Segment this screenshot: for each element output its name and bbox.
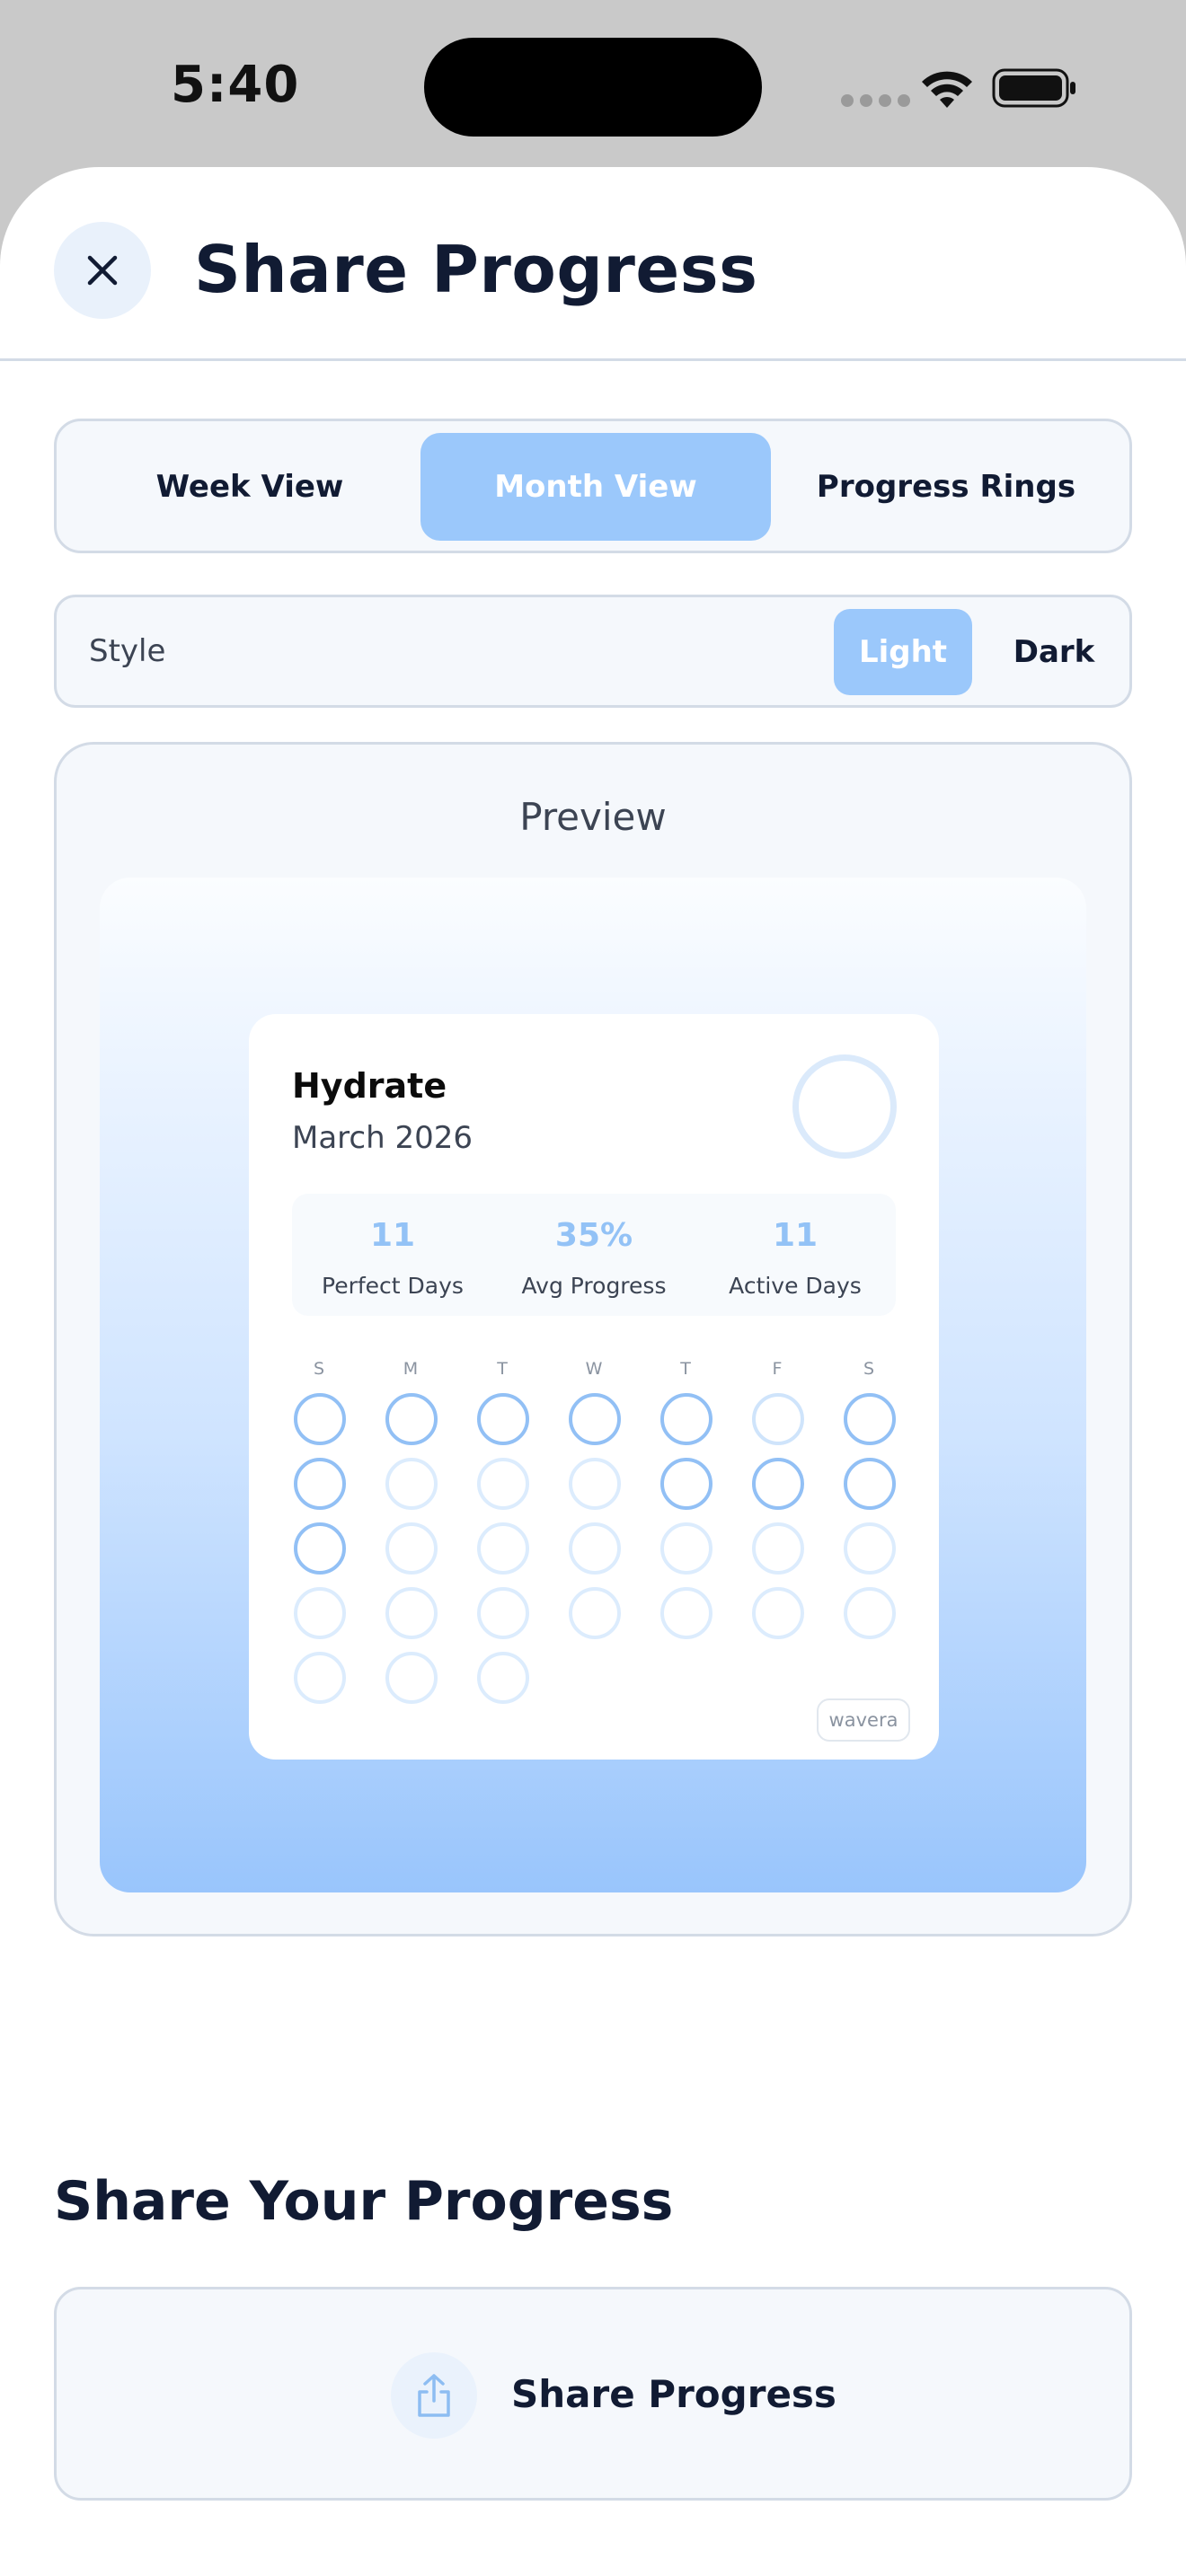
close-icon xyxy=(87,255,118,286)
calendar-day xyxy=(752,1458,804,1510)
share-progress-button[interactable]: Share Progress xyxy=(54,2287,1132,2501)
weekday-label: W xyxy=(585,1359,603,1379)
preview-panel: Preview Hydrate March 2026 11 Perfect Da… xyxy=(54,742,1132,1936)
calendar-day xyxy=(660,1522,712,1575)
calendar-day xyxy=(569,1587,621,1639)
share-sheet: Share Progress Week View Month View Prog… xyxy=(0,167,1186,2576)
calendar-day xyxy=(660,1458,712,1510)
view-segmented-control: Week View Month View Progress Rings xyxy=(54,419,1132,553)
calendar-day xyxy=(477,1458,529,1510)
preview-canvas: Hydrate March 2026 11 Perfect Days 35% A… xyxy=(100,878,1086,1892)
calendar-day xyxy=(477,1652,529,1704)
calendar-day xyxy=(294,1522,346,1575)
card-title: Hydrate xyxy=(292,1066,447,1106)
tab-month-view[interactable]: Month View xyxy=(420,433,771,541)
calendar-day xyxy=(477,1587,529,1639)
calendar-day xyxy=(294,1587,346,1639)
card-subtitle: March 2026 xyxy=(292,1120,473,1156)
style-dark-option[interactable]: Dark xyxy=(991,609,1117,695)
stat-avg-progress: 35% Avg Progress xyxy=(493,1194,695,1316)
status-time: 5:40 xyxy=(171,56,300,114)
stat-value: 11 xyxy=(369,1217,416,1254)
weekday-label: S xyxy=(313,1359,325,1379)
weekday-label: F xyxy=(772,1359,783,1379)
calendar-day xyxy=(569,1522,621,1575)
calendar-day xyxy=(569,1458,621,1510)
wifi-icon xyxy=(922,71,972,108)
stats-row: 11 Perfect Days 35% Avg Progress 11 Acti… xyxy=(292,1194,896,1316)
stat-active-days: 11 Active Days xyxy=(695,1194,896,1316)
calendar-day xyxy=(294,1393,346,1445)
share-icon xyxy=(418,2374,450,2417)
calendar-day xyxy=(752,1587,804,1639)
calendar-day xyxy=(385,1458,438,1510)
stat-label: Active Days xyxy=(729,1273,862,1299)
stat-label: Perfect Days xyxy=(322,1273,464,1299)
calendar-day xyxy=(294,1458,346,1510)
stat-label: Avg Progress xyxy=(521,1273,667,1299)
weekday-label: T xyxy=(497,1359,508,1379)
page-title: Share Progress xyxy=(194,232,758,307)
calendar-day xyxy=(477,1522,529,1575)
tab-progress-rings[interactable]: Progress Rings xyxy=(771,433,1121,541)
calendar-day xyxy=(844,1587,896,1639)
weekday-label: M xyxy=(403,1359,419,1379)
tab-week-view[interactable]: Week View xyxy=(75,433,425,541)
sheet-header: Share Progress xyxy=(0,167,1186,361)
progress-ring-icon xyxy=(792,1054,897,1159)
calendar-day xyxy=(752,1393,804,1445)
calendar-day xyxy=(385,1393,438,1445)
share-card: Hydrate March 2026 11 Perfect Days 35% A… xyxy=(249,1014,939,1760)
weekday-label: T xyxy=(680,1359,691,1379)
calendar-day xyxy=(385,1652,438,1704)
calendar-day xyxy=(385,1522,438,1575)
watermark-badge: wavera xyxy=(817,1698,910,1742)
cellular-signal-icon xyxy=(841,94,910,107)
calendar-day xyxy=(569,1393,621,1445)
battery-icon xyxy=(992,68,1075,108)
calendar-day xyxy=(660,1587,712,1639)
calendar-day xyxy=(844,1393,896,1445)
stat-value: 35% xyxy=(554,1217,633,1254)
share-section-heading: Share Your Progress xyxy=(54,2170,674,2233)
dynamic-island xyxy=(424,38,762,137)
share-button-label: Share Progress xyxy=(511,2372,836,2416)
status-bar: 5:40 xyxy=(0,0,1186,167)
calendar-day xyxy=(477,1393,529,1445)
calendar-day xyxy=(844,1522,896,1575)
calendar-day xyxy=(660,1393,712,1445)
calendar-day xyxy=(752,1522,804,1575)
style-label: Style xyxy=(89,633,166,669)
style-light-option[interactable]: Light xyxy=(834,609,972,695)
calendar-day xyxy=(294,1652,346,1704)
style-toggle-row: Style Light Dark xyxy=(54,595,1132,708)
calendar-day xyxy=(385,1587,438,1639)
calendar-day xyxy=(844,1458,896,1510)
share-icon-container xyxy=(391,2352,477,2439)
close-button[interactable] xyxy=(54,222,151,319)
stat-value: 11 xyxy=(772,1217,819,1254)
stat-perfect-days: 11 Perfect Days xyxy=(292,1194,493,1316)
preview-label: Preview xyxy=(519,795,667,839)
weekday-label: S xyxy=(863,1359,875,1379)
